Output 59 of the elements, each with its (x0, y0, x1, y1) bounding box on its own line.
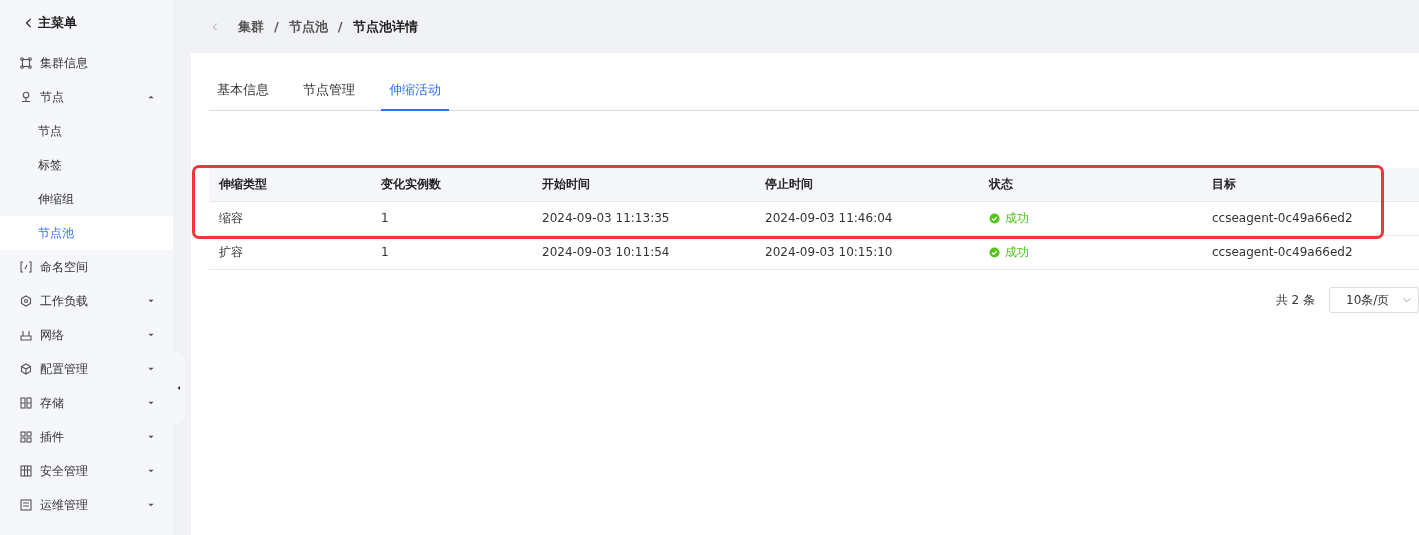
column-header: 停止时间 (764, 176, 814, 193)
sidebar-item[interactable]: 集群信息 (0, 46, 173, 80)
check-circle-icon (989, 246, 1000, 258)
table-cell-text: 1 (380, 244, 390, 261)
status-text: 成功 (989, 209, 1202, 227)
table-cell-text: 2024-09-03 11:46:04 (764, 210, 894, 227)
page-size-select[interactable]: 10条/页 (1329, 286, 1419, 313)
box-icon (20, 363, 32, 375)
tab[interactable]: 基本信息 (209, 70, 277, 111)
sidebar-item[interactable]: 存储 (0, 386, 173, 420)
table-icon (20, 465, 32, 477)
network-icon (20, 329, 32, 341)
grid-icon (20, 431, 32, 443)
breadcrumb-link[interactable]: 集群 (238, 16, 264, 37)
sidebar-item[interactable]: 网络 (0, 318, 173, 352)
check-circle-icon (989, 212, 1000, 224)
sidebar-item[interactable]: 运维管理 (0, 488, 173, 522)
table-cell-text: 2024-09-03 10:11:54 (541, 244, 671, 261)
breadcrumb-separator: / (337, 17, 343, 36)
sidebar-subitem[interactable]: 节点池 (0, 216, 173, 250)
table-cell-text: 2024-09-03 10:15:10 (764, 244, 894, 261)
sidebar-item[interactable]: 安全管理 (0, 454, 173, 488)
table-cell-text: 1 (380, 210, 390, 227)
total-count: 共 2 条 (1275, 291, 1315, 309)
table-cell-text: 2024-09-03 11:13:35 (541, 210, 671, 227)
sidebar-item[interactable]: 配置管理 (0, 352, 173, 386)
sidebar-subitem[interactable]: 伸缩组 (0, 182, 173, 216)
sidebar-item[interactable]: 节点 (0, 80, 173, 114)
column-header: 状态 (987, 176, 1014, 193)
column-header: 开始时间 (541, 176, 591, 193)
cluster-icon (20, 57, 32, 69)
sidebar-item[interactable]: 命名空间 (0, 250, 173, 284)
back-to-main-menu[interactable]: 主菜单 (0, 0, 173, 46)
status-text: 成功 (989, 243, 1202, 261)
chevron-left-icon (210, 20, 220, 33)
bracket-icon (20, 261, 32, 273)
sidebar-subitem[interactable]: 节点 (0, 114, 173, 148)
tab[interactable]: 节点管理 (295, 70, 363, 111)
breadcrumb-separator: / (274, 17, 279, 36)
breadcrumb-current: 节点池详情 (352, 17, 418, 36)
breadcrumb-link[interactable]: 节点池 (288, 16, 328, 37)
column-header: 目标 (1211, 176, 1237, 193)
chevron-left-icon (24, 17, 34, 29)
pin-icon (20, 91, 32, 103)
tab[interactable]: 伸缩活动 (381, 70, 449, 111)
collapse-handle[interactable] (173, 352, 185, 424)
grid-icon (20, 397, 32, 409)
caret-left-icon (176, 384, 182, 392)
column-header: 伸缩类型 (217, 176, 268, 193)
panel-icon (20, 499, 32, 511)
sidebar-subitem[interactable]: 标签 (0, 148, 173, 182)
sidebar-item[interactable]: 工作负载 (0, 284, 173, 318)
column-header: 变化实例数 (380, 176, 442, 193)
table-cell-text: ccseagent-0c49a66ed2 (1211, 244, 1354, 261)
sidebar-item[interactable]: 插件 (0, 420, 173, 454)
cube-icon (20, 295, 32, 307)
table-cell-text: ccseagent-0c49a66ed2 (1211, 210, 1354, 227)
table-cell-text: 缩容 (218, 210, 244, 227)
table-cell-text: 扩容 (218, 244, 244, 261)
